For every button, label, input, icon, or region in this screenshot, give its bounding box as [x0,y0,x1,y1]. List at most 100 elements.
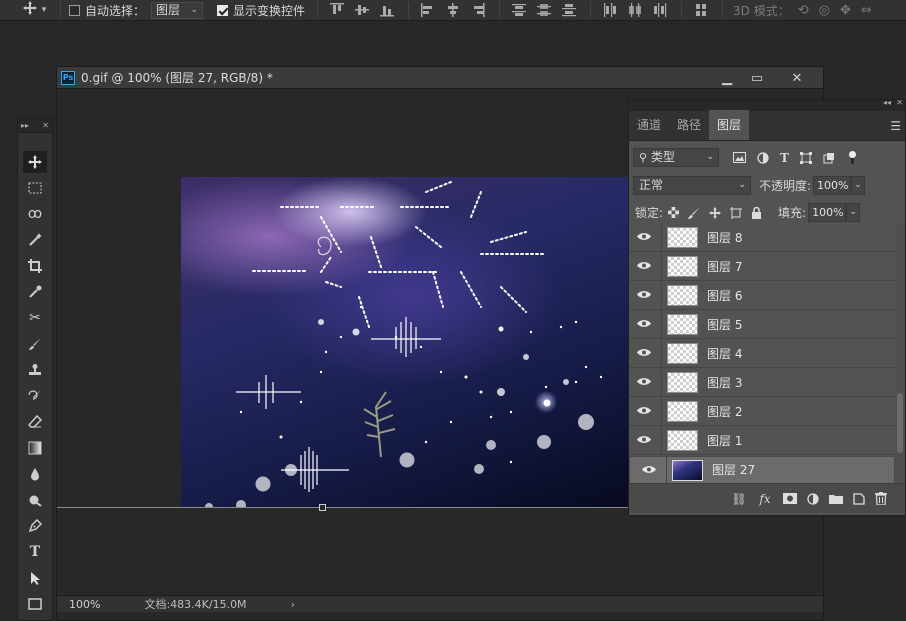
scrollbar-thumb[interactable] [897,393,903,453]
show-transform-checkbox[interactable] [217,4,229,16]
eyedropper-tool[interactable] [23,281,47,303]
layer-name[interactable]: 图层 8 [707,229,742,246]
orbit-3d-icon[interactable]: ⟲ [798,3,809,18]
filter-kind-dropdown[interactable]: ⚲ 类型 ⌄ [633,148,719,167]
distribute-bottom-icon[interactable] [562,3,577,17]
rectangle-tool[interactable] [23,593,47,615]
opacity-slider-button[interactable]: ⌄ [851,176,866,195]
healing-tool[interactable]: ✂ [23,307,47,329]
layer-row[interactable]: 图层 5 [629,310,895,339]
layer-row[interactable]: 图层 6 [629,281,895,310]
distribute-hcenter-icon[interactable] [628,3,642,17]
image-filter-icon[interactable] [733,152,746,163]
align-hcenter-icon[interactable] [446,3,460,17]
layer-name[interactable]: 图层 4 [707,345,742,362]
status-menu-arrow[interactable]: › [291,598,295,611]
layer-name[interactable]: 图层 5 [707,316,742,333]
close-icon[interactable]: ✕ [42,121,49,130]
filter-toggle-switch[interactable] [848,150,856,165]
canvas-image[interactable] [181,177,629,507]
layer-name[interactable]: 图层 6 [707,287,742,304]
stamp-tool[interactable] [23,359,47,381]
auto-align-icon[interactable] [694,3,708,17]
align-bottom-icon[interactable] [380,3,395,17]
pen-tool[interactable] [23,515,47,537]
close-button[interactable]: ✕ [779,67,815,89]
chevron-down-icon[interactable]: ▾ [38,5,50,15]
lock-all-icon[interactable] [751,206,762,219]
type-filter-icon[interactable]: T [780,151,789,165]
link-layers-icon[interactable]: ⛓ [731,492,747,506]
type-tool[interactable]: T [23,541,47,563]
layer-style-fx-icon[interactable]: fx [757,492,773,506]
dodge-tool[interactable] [23,489,47,511]
layer-row[interactable]: 图层 4 [629,339,895,368]
collapse-icon[interactable]: ◂◂ [883,98,891,107]
layer-name[interactable]: 图层 1 [707,432,742,449]
delete-layer-trash-icon[interactable] [875,492,887,505]
lock-pixels-brush-icon[interactable] [688,206,701,219]
document-titlebar[interactable]: Ps 0.gif @ 100% (图层 27, RGB/8) * ▁ ▭ ✕ [57,67,823,89]
lock-transparent-icon[interactable] [668,207,680,218]
magic-wand-tool[interactable] [23,229,47,251]
layer-row[interactable]: 图层 27 [629,456,895,484]
layer-thumbnail[interactable] [667,343,698,364]
layer-name[interactable]: 图层 2 [707,403,742,420]
distribute-left-icon[interactable] [603,3,617,17]
auto-select-checkbox[interactable] [69,4,80,16]
visibility-eye-icon[interactable] [633,289,655,302]
blur-tool[interactable] [23,463,47,485]
panel-menu-icon[interactable]: ☰ [890,119,901,133]
lock-position-icon[interactable] [709,206,722,219]
smart-object-filter-icon[interactable] [823,152,835,164]
pan-3d-icon[interactable]: ✥ [840,3,851,18]
tab-channels[interactable]: 通道 [629,110,669,140]
layer-name[interactable]: 图层 7 [707,258,742,275]
visibility-eye-icon[interactable] [633,376,655,389]
visibility-eye-icon[interactable] [633,260,655,273]
slide-3d-icon[interactable]: ⇔ [861,3,872,18]
layer-thumbnail[interactable] [667,401,698,422]
minimize-button[interactable]: ▁ [713,67,741,89]
layer-name[interactable]: 图层 27 [712,463,755,478]
gradient-tool[interactable] [23,437,47,459]
align-right-icon[interactable] [471,3,485,17]
new-group-folder-icon[interactable] [829,493,843,504]
fill-slider-button[interactable]: ⌄ [846,203,861,222]
layer-thumbnail[interactable] [672,459,703,481]
eraser-tool[interactable] [23,411,47,433]
adjustment-filter-icon[interactable] [757,151,769,164]
visibility-eye-icon[interactable] [633,347,655,360]
align-top-icon[interactable] [330,3,345,17]
layer-thumbnail[interactable] [667,227,698,248]
roll-3d-icon[interactable]: ◎ [819,3,830,18]
shape-filter-icon[interactable] [799,151,812,164]
fill-input[interactable]: 100% [808,203,847,222]
new-layer-icon[interactable] [853,492,865,505]
add-mask-icon[interactable] [783,493,797,504]
layer-row[interactable]: 图层 8 [629,223,895,252]
collapse-icon[interactable]: ▸▸ [21,121,29,130]
align-left-icon[interactable] [421,3,435,17]
lasso-tool[interactable]: ꝏ [23,203,47,225]
align-vcenter-icon[interactable] [355,3,370,17]
move-icon[interactable] [22,1,38,19]
blend-mode-dropdown[interactable]: 正常 ⌄ [633,176,751,195]
distribute-right-icon[interactable] [653,3,667,17]
brush-tool[interactable] [23,333,47,355]
layer-list-scrollbar[interactable] [895,223,905,481]
tab-paths[interactable]: 路径 [669,110,709,140]
layer-thumbnail[interactable] [667,314,698,335]
tab-layers[interactable]: 图层 [709,110,750,140]
layer-thumbnail[interactable] [667,285,698,306]
move-tool[interactable] [23,151,47,173]
visibility-eye-icon[interactable] [633,318,655,331]
visibility-eye-icon[interactable] [633,231,655,244]
marquee-tool[interactable] [23,177,47,199]
maximize-button[interactable]: ▭ [743,67,771,89]
layer-row[interactable]: 图层 7 [629,252,895,281]
new-adjustment-layer-icon[interactable] [807,492,819,505]
tools-panel-header[interactable]: ▸▸ ✕ [18,119,52,133]
layer-thumbnail[interactable] [667,256,698,277]
opacity-input[interactable]: 100% [813,176,852,195]
